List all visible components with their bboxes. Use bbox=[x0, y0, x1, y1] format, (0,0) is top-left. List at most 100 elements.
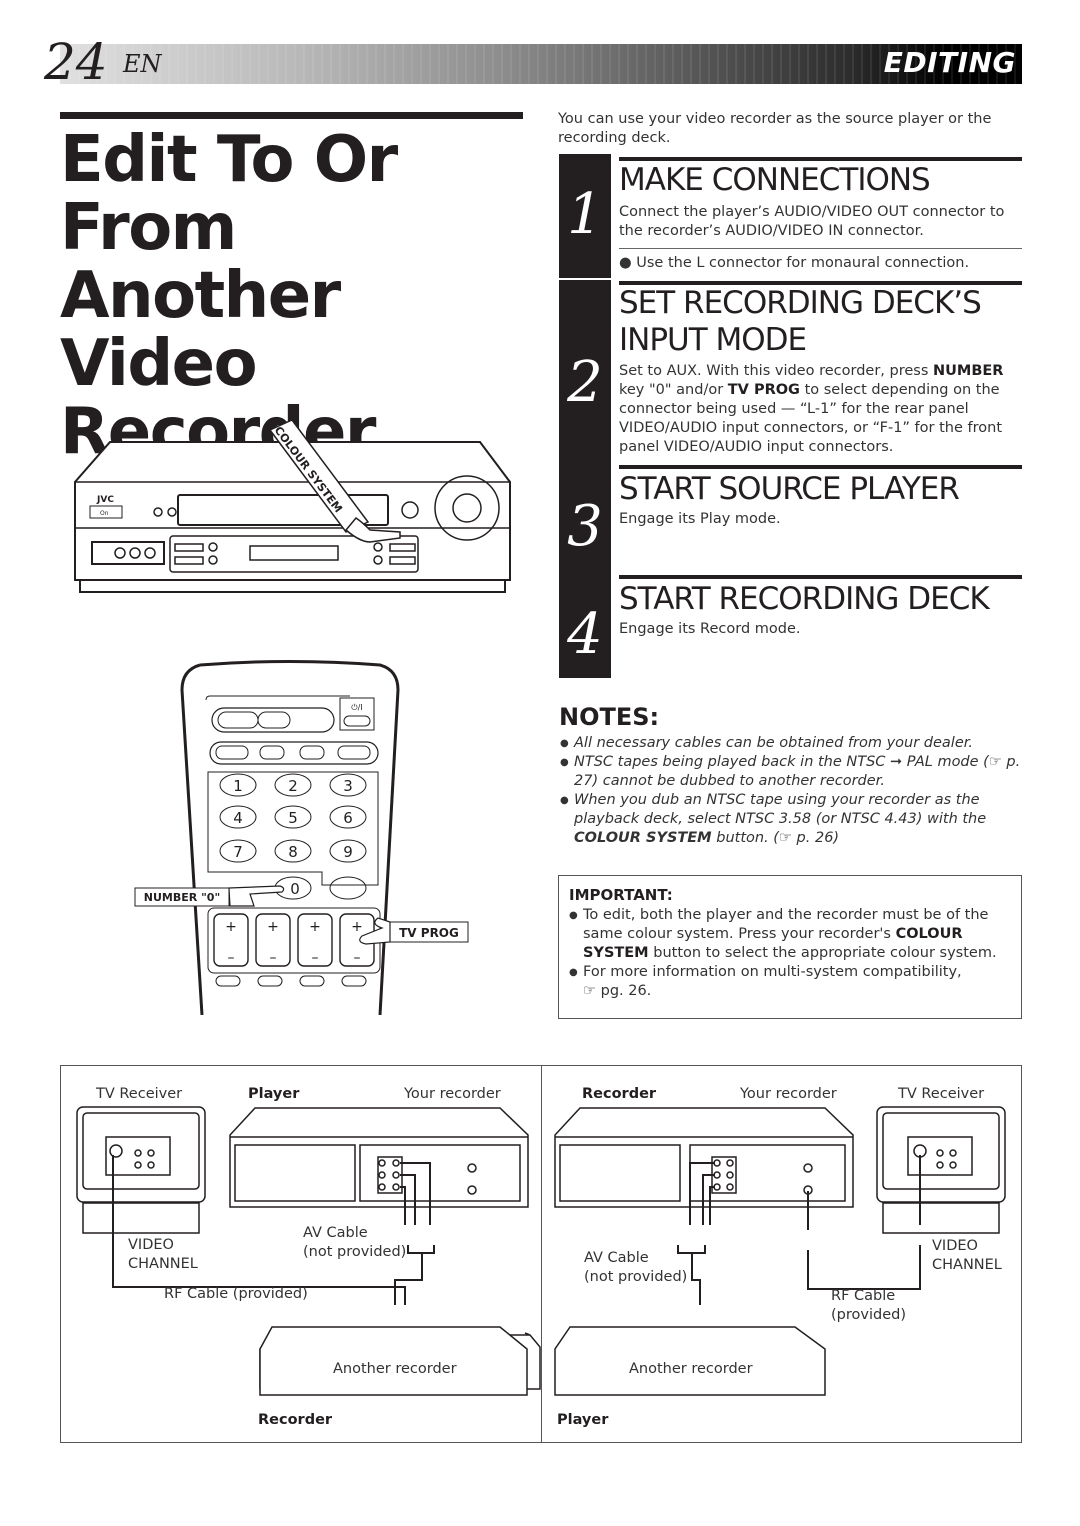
page-title: Edit To Or From Another Video Recorder bbox=[60, 126, 530, 466]
text: For more information on multi-system com… bbox=[583, 964, 962, 980]
remote-control-illustration: 1 2 3 4 5 6 7 8 9 0 + + + + – – – – ⏻/I NUMB… bbox=[134, 660, 469, 1015]
step-heading: INPUT MODE bbox=[619, 322, 807, 358]
remote-key-4: 4 bbox=[233, 809, 243, 827]
svg-text:–: – bbox=[312, 950, 319, 966]
tv-prog-callout: TV PROG bbox=[359, 917, 469, 945]
pointing-hand-icon: ☞ bbox=[583, 983, 596, 999]
pointing-hand-icon: ☞ bbox=[778, 830, 792, 846]
text: NTSC tapes being played back in the NTSC bbox=[574, 754, 891, 770]
vcr-power-label: On bbox=[100, 510, 109, 517]
recorder-role-label: Recorder bbox=[258, 1412, 333, 1428]
svg-text:–: – bbox=[228, 950, 235, 966]
svg-text:+: + bbox=[351, 919, 363, 935]
connection-diagram-drawing bbox=[76, 1106, 1006, 1396]
title-rule bbox=[60, 112, 523, 119]
video-channel-label: CHANNEL bbox=[128, 1256, 198, 1272]
tv-receiver-rear bbox=[76, 1106, 206, 1234]
another-recorder-label: Another recorder bbox=[333, 1361, 457, 1377]
important-item: For more information on multi-system com… bbox=[569, 963, 1011, 1001]
divider bbox=[619, 248, 1022, 249]
remote-key-5: 5 bbox=[288, 809, 298, 827]
vcr-front-illustration: JVC On COLOUR SYSTEM bbox=[74, 420, 511, 593]
text: All necessary cables can be obtained fro… bbox=[574, 735, 973, 751]
av-cable-label: (not provided) bbox=[584, 1269, 688, 1285]
step-number-badge: 2 bbox=[559, 280, 611, 466]
section-header-band bbox=[60, 44, 1022, 84]
player-role-label: Player bbox=[557, 1412, 609, 1428]
step-rule bbox=[619, 465, 1022, 469]
step-text: Set to AUX. With this video recorder, pr… bbox=[619, 362, 1022, 457]
section-tag: EDITING bbox=[883, 46, 1016, 79]
step-number-badge: 1 bbox=[559, 154, 611, 278]
remote-key-9: 9 bbox=[343, 843, 353, 861]
remote-key-6: 6 bbox=[343, 809, 353, 827]
text: When you dub an NTSC tape using your rec… bbox=[574, 792, 987, 827]
note-item: NTSC tapes being played back in the NTSC… bbox=[560, 753, 1030, 791]
step-heading: MAKE CONNECTIONS bbox=[619, 162, 931, 198]
remote-key-3: 3 bbox=[343, 777, 353, 795]
step-heading: START RECORDING DECK bbox=[619, 581, 990, 617]
recorder-label: Recorder bbox=[582, 1086, 657, 1102]
video-channel-label: VIDEO bbox=[128, 1237, 174, 1253]
your-recorder-label: Your recorder bbox=[404, 1086, 501, 1102]
step-number: 4 bbox=[567, 602, 603, 667]
bold-term: COLOUR bbox=[895, 926, 963, 942]
title-line: Edit To Or bbox=[60, 123, 398, 197]
bold-term: TV PROG bbox=[727, 382, 800, 398]
text: PAL mode ( bbox=[902, 754, 989, 770]
av-cable-label: AV Cable bbox=[584, 1250, 649, 1266]
number-0-label: NUMBER "0" bbox=[144, 891, 220, 904]
tv-prog-label: TV PROG bbox=[399, 926, 459, 940]
video-channel-label: CHANNEL bbox=[932, 1257, 1002, 1273]
step-bullet: ● Use the L connector for monaural conne… bbox=[619, 255, 970, 271]
step-text: Engage its Play mode. bbox=[619, 511, 781, 527]
remote-key-2: 2 bbox=[288, 777, 298, 795]
bold-term: NUMBER bbox=[933, 363, 1004, 379]
your-recorder-label: Your recorder bbox=[740, 1086, 837, 1102]
av-cable-label: (not provided) bbox=[303, 1244, 407, 1260]
svg-text:+: + bbox=[267, 919, 279, 935]
page-language: EN bbox=[123, 50, 162, 78]
important-item: To edit, both the player and the recorde… bbox=[569, 906, 1011, 963]
notes-list: All necessary cables can be obtained fro… bbox=[560, 734, 1030, 848]
step-text: Connect the player’s AUDIO/VIDEO OUT con… bbox=[619, 204, 1005, 239]
player-label: Player bbox=[248, 1086, 300, 1102]
svg-text:–: – bbox=[354, 950, 361, 966]
note-item: When you dub an NTSC tape using your rec… bbox=[560, 791, 1030, 848]
note-item: All necessary cables can be obtained fro… bbox=[560, 734, 1030, 753]
step-number-badge: 4 bbox=[559, 576, 611, 678]
svg-text:–: – bbox=[270, 950, 277, 966]
step-rule bbox=[619, 575, 1022, 579]
text: Set to AUX. With this video recorder, pr… bbox=[619, 363, 933, 379]
rf-cable-label: RF Cable bbox=[831, 1288, 896, 1304]
video-channel-label: VIDEO bbox=[932, 1238, 978, 1254]
bold-term: SYSTEM bbox=[583, 945, 649, 961]
title-line: Video bbox=[60, 327, 258, 401]
text: key "0" and/or bbox=[619, 382, 728, 398]
step-number: 3 bbox=[567, 494, 603, 559]
step-heading: SET RECORDING DECK’S bbox=[619, 285, 982, 321]
remote-key-8: 8 bbox=[288, 843, 298, 861]
tv-receiver-label: TV Receiver bbox=[898, 1086, 985, 1102]
rf-cable-label: (provided) bbox=[831, 1307, 906, 1323]
text: p. 26) bbox=[791, 830, 840, 846]
svg-text:+: + bbox=[225, 919, 237, 935]
important-title: IMPORTANT: bbox=[569, 886, 673, 904]
remote-key-0: 0 bbox=[290, 880, 300, 898]
pointing-hand-icon bbox=[228, 885, 285, 907]
rf-cable-label: RF Cable (provided) bbox=[164, 1286, 308, 1302]
tv-receiver-rear-right bbox=[876, 1106, 1006, 1234]
power-icon: ⏻/I bbox=[351, 703, 362, 712]
title-line: From Another bbox=[60, 191, 341, 333]
text: button. ( bbox=[711, 830, 779, 846]
remote-key-7: 7 bbox=[233, 843, 243, 861]
text: button to select the appropriate colour … bbox=[648, 945, 997, 961]
pointing-hand-icon: ☞ bbox=[988, 754, 1002, 770]
important-list: To edit, both the player and the recorde… bbox=[569, 906, 1011, 1001]
step-heading: START SOURCE PLAYER bbox=[619, 471, 960, 507]
vcr-brand: JVC bbox=[96, 495, 114, 505]
step-text: Engage its Record mode. bbox=[619, 621, 801, 637]
text: pg. 26. bbox=[596, 983, 652, 999]
step-number-badge: 3 bbox=[559, 466, 611, 576]
tv-receiver-label: TV Receiver bbox=[96, 1086, 183, 1102]
